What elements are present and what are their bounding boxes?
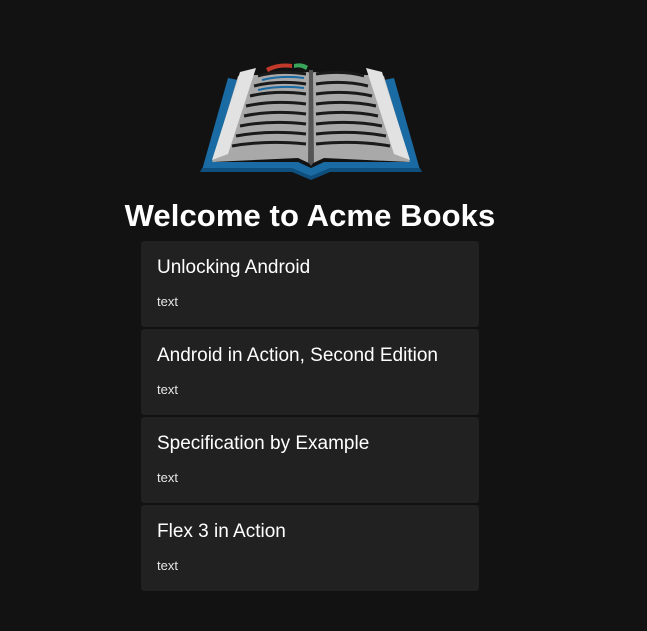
list-item[interactable]: Android in Action, Second Edition text <box>141 329 479 415</box>
list-item[interactable]: Specification by Example text <box>141 417 479 503</box>
app-screen: Welcome to Acme Books Unlocking Android … <box>0 0 647 631</box>
book-subtitle: text <box>157 294 178 309</box>
open-book-icon <box>200 63 422 180</box>
book-list: Unlocking Android text Android in Action… <box>141 241 479 593</box>
book-title: Android in Action, Second Edition <box>157 345 438 366</box>
list-item[interactable]: Flex 3 in Action text <box>141 505 479 591</box>
book-title: Unlocking Android <box>157 257 311 278</box>
book-subtitle: text <box>157 470 178 485</box>
book-title: Specification by Example <box>157 433 370 454</box>
book-subtitle: text <box>157 382 178 397</box>
list-item[interactable]: Unlocking Android text <box>141 241 479 327</box>
book-subtitle: text <box>157 558 178 573</box>
book-title: Flex 3 in Action <box>157 521 286 542</box>
page-title: Welcome to Acme Books <box>124 198 496 233</box>
